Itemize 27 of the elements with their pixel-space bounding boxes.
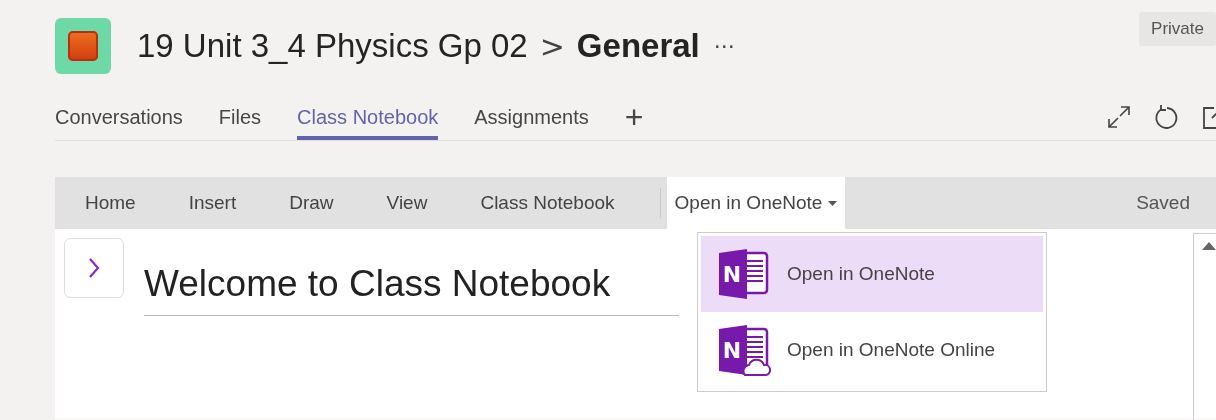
channel-name: General [576, 27, 700, 65]
refresh-icon[interactable] [1154, 104, 1180, 130]
team-name: 19 Unit 3_4 Physics Gp 02 [137, 27, 528, 65]
team-icon [55, 18, 111, 74]
expand-icon[interactable] [1106, 104, 1132, 130]
ribbon-tab[interactable]: View [386, 192, 428, 214]
scroll-up-icon[interactable] [1202, 242, 1216, 250]
channel-tab[interactable]: Assignments [474, 94, 589, 140]
add-tab-button[interactable]: + [624, 98, 644, 136]
ribbon-tab[interactable]: Insert [188, 192, 237, 214]
ribbon-tab[interactable]: Draw [289, 192, 334, 214]
ribbon-tab[interactable]: Class Notebook [480, 192, 615, 214]
channel-tab[interactable]: Class Notebook [297, 94, 439, 140]
channel-tab[interactable]: Conversations [55, 94, 183, 140]
ribbon-tab[interactable]: Home [85, 192, 136, 214]
chevron-right-icon [88, 257, 100, 279]
channel-tab[interactable]: Files [218, 94, 262, 140]
menu-item[interactable]: N Open in OneNote [701, 236, 1043, 312]
breadcrumb-separator: > [539, 28, 565, 64]
more-options[interactable]: ··· [713, 33, 735, 59]
open-in-onenote-dropdown[interactable]: Open in OneNote [666, 177, 846, 229]
save-status: Saved [1136, 192, 1190, 214]
popout-icon[interactable] [1202, 104, 1216, 130]
page-title[interactable]: Welcome to Class Notebook [144, 263, 679, 316]
caret-icon [828, 200, 838, 206]
scrollbar[interactable] [1193, 233, 1216, 420]
privacy-badge: Private [1139, 12, 1216, 46]
